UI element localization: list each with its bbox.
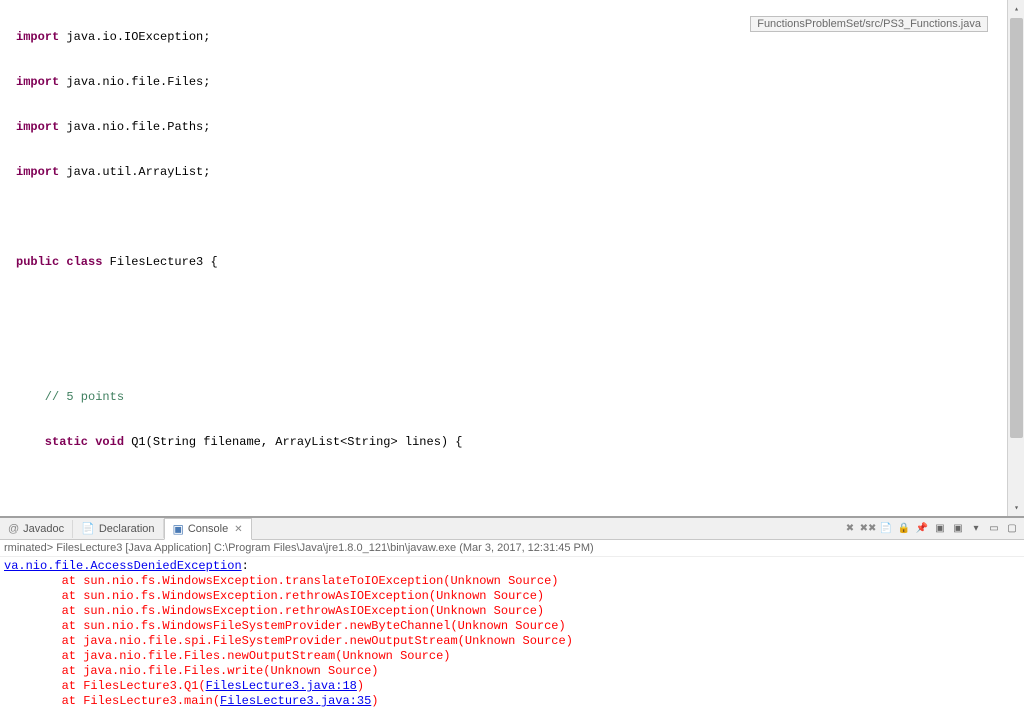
close-icon[interactable]: ✕ [234,524,242,535]
document-icon [81,522,95,535]
new-console-icon[interactable]: ▾ [968,521,984,537]
stack-trace-line: at FilesLecture3.main(FilesLecture3.java… [4,694,378,708]
scroll-up-icon[interactable]: ▴ [1008,0,1024,17]
minimize-icon[interactable]: ▭ [986,521,1002,537]
console-output[interactable]: va.nio.file.AccessDeniedException: at su… [0,557,1024,711]
pin-console-icon[interactable]: 📌 [914,521,930,537]
source-link[interactable]: FilesLecture3.java:18 [206,679,357,693]
exception-link[interactable]: va.nio.file.AccessDeniedException [4,559,242,573]
console-icon [173,522,184,536]
editor-pane: FunctionsProblemSet/src/PS3_Functions.ja… [0,0,1024,518]
stack-trace-line: at java.nio.file.Files.newOutputStream(U… [4,649,450,663]
remove-all-icon[interactable]: ✖✖ [860,521,876,537]
console-toolbar: ✖ ✖✖ 📄 🔒 📌 ▣ ▣ ▾ ▭ ▢ [842,521,1020,537]
code-area[interactable]: import java.io.IOException; import java.… [0,0,1024,518]
console-pane: Javadoc Declaration Console✕ ✖ ✖✖ 📄 🔒 📌 … [0,518,1024,712]
tab-console[interactable]: Console✕ [164,518,252,540]
comment: // 5 points [16,390,124,404]
stack-trace-line: at sun.nio.fs.WindowsFileSystemProvider.… [4,619,566,633]
source-link[interactable]: FilesLecture3.java:35 [220,694,371,708]
maximize-icon[interactable]: ▢ [1004,521,1020,537]
remove-launch-icon[interactable]: ✖ [842,521,858,537]
bottom-tabs: Javadoc Declaration Console✕ ✖ ✖✖ 📄 🔒 📌 … [0,518,1024,540]
scroll-down-icon[interactable]: ▾ [1008,499,1024,516]
vertical-scrollbar[interactable]: ▴ ▾ [1007,0,1024,516]
tab-declaration[interactable]: Declaration [73,519,163,538]
console-header: rminated> FilesLecture3 [Java Applicatio… [0,540,1024,557]
scroll-lock-icon[interactable]: 🔒 [896,521,912,537]
stack-trace-line: at java.nio.file.Files.write(Unknown Sou… [4,664,378,678]
at-icon [8,523,19,535]
scroll-thumb[interactable] [1010,18,1023,438]
display-selected-icon[interactable]: ▣ [932,521,948,537]
keyword: import [16,30,59,44]
open-console-icon[interactable]: ▣ [950,521,966,537]
stack-trace-line: at sun.nio.fs.WindowsException.rethrowAs… [4,604,544,618]
clear-console-icon[interactable]: 📄 [878,521,894,537]
stack-trace-line: at java.nio.file.spi.FileSystemProvider.… [4,634,573,648]
stack-trace-line: at sun.nio.fs.WindowsException.rethrowAs… [4,589,544,603]
stack-trace-line: at FilesLecture3.Q1(FilesLecture3.java:1… [4,679,364,693]
stack-trace-line: at sun.nio.fs.WindowsException.translate… [4,574,559,588]
tab-javadoc[interactable]: Javadoc [0,520,73,538]
